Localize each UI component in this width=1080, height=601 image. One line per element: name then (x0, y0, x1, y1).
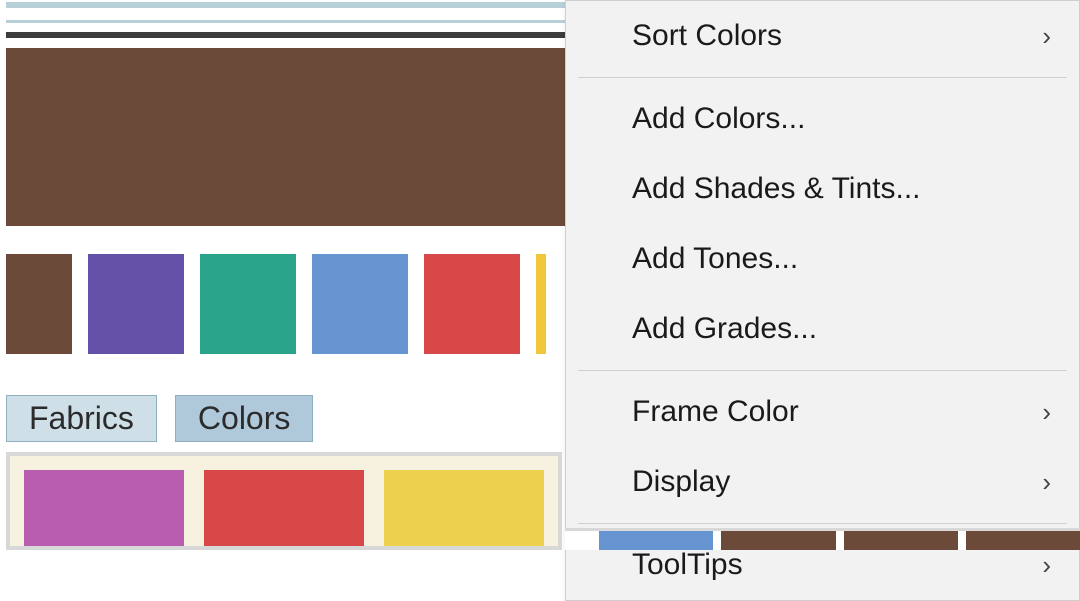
palette-row (0, 254, 565, 354)
color-swatch[interactable] (6, 254, 72, 354)
color-swatch[interactable] (536, 254, 546, 354)
menu-add-tones[interactable]: Add Tones... (566, 224, 1079, 294)
context-menu: Sort Colors › Add Colors... Add Shades &… (565, 0, 1080, 601)
color-swatch[interactable] (312, 254, 408, 354)
color-chip[interactable] (599, 531, 713, 550)
menu-add-shades-tints[interactable]: Add Shades & Tints... (566, 154, 1079, 224)
color-chip[interactable] (844, 531, 958, 550)
color-chip[interactable] (384, 470, 544, 550)
color-workspace: Fabrics Colors (0, 0, 565, 550)
menu-label: Add Grades... (632, 312, 817, 346)
menu-label: Add Colors... (632, 102, 805, 136)
menu-separator (578, 370, 1067, 371)
color-swatch[interactable] (424, 254, 520, 354)
color-chip[interactable] (721, 531, 835, 550)
tab-colors[interactable]: Colors (175, 395, 313, 442)
color-swatch[interactable] (88, 254, 184, 354)
chevron-right-icon: › (1042, 550, 1051, 581)
menu-add-colors[interactable]: Add Colors... (566, 84, 1079, 154)
menu-label: Add Tones... (632, 242, 798, 276)
menu-sort-colors[interactable]: Sort Colors › (566, 1, 1079, 71)
tab-bar: Fabrics Colors (6, 395, 313, 442)
color-chip-strip (6, 452, 562, 550)
color-chip[interactable] (204, 470, 364, 550)
background-strip (565, 528, 1080, 550)
color-chip[interactable] (966, 531, 1080, 550)
selected-color-swatch[interactable] (6, 48, 565, 226)
divider (6, 2, 565, 8)
menu-label: ToolTips (632, 548, 743, 582)
menu-frame-color[interactable]: Frame Color › (566, 377, 1079, 447)
chevron-right-icon: › (1042, 467, 1051, 498)
color-chip[interactable] (24, 470, 184, 550)
color-swatch[interactable] (200, 254, 296, 354)
menu-label: Add Shades & Tints... (632, 172, 921, 206)
menu-label: Sort Colors (632, 19, 782, 53)
menu-separator (578, 77, 1067, 78)
menu-display[interactable]: Display › (566, 447, 1079, 517)
divider (6, 32, 565, 38)
menu-add-grades[interactable]: Add Grades... (566, 294, 1079, 364)
divider (6, 20, 565, 23)
chevron-right-icon: › (1042, 397, 1051, 428)
menu-label: Display (632, 465, 730, 499)
tab-fabrics[interactable]: Fabrics (6, 395, 157, 442)
menu-label: Frame Color (632, 395, 799, 429)
chevron-right-icon: › (1042, 21, 1051, 52)
menu-separator (578, 523, 1067, 524)
